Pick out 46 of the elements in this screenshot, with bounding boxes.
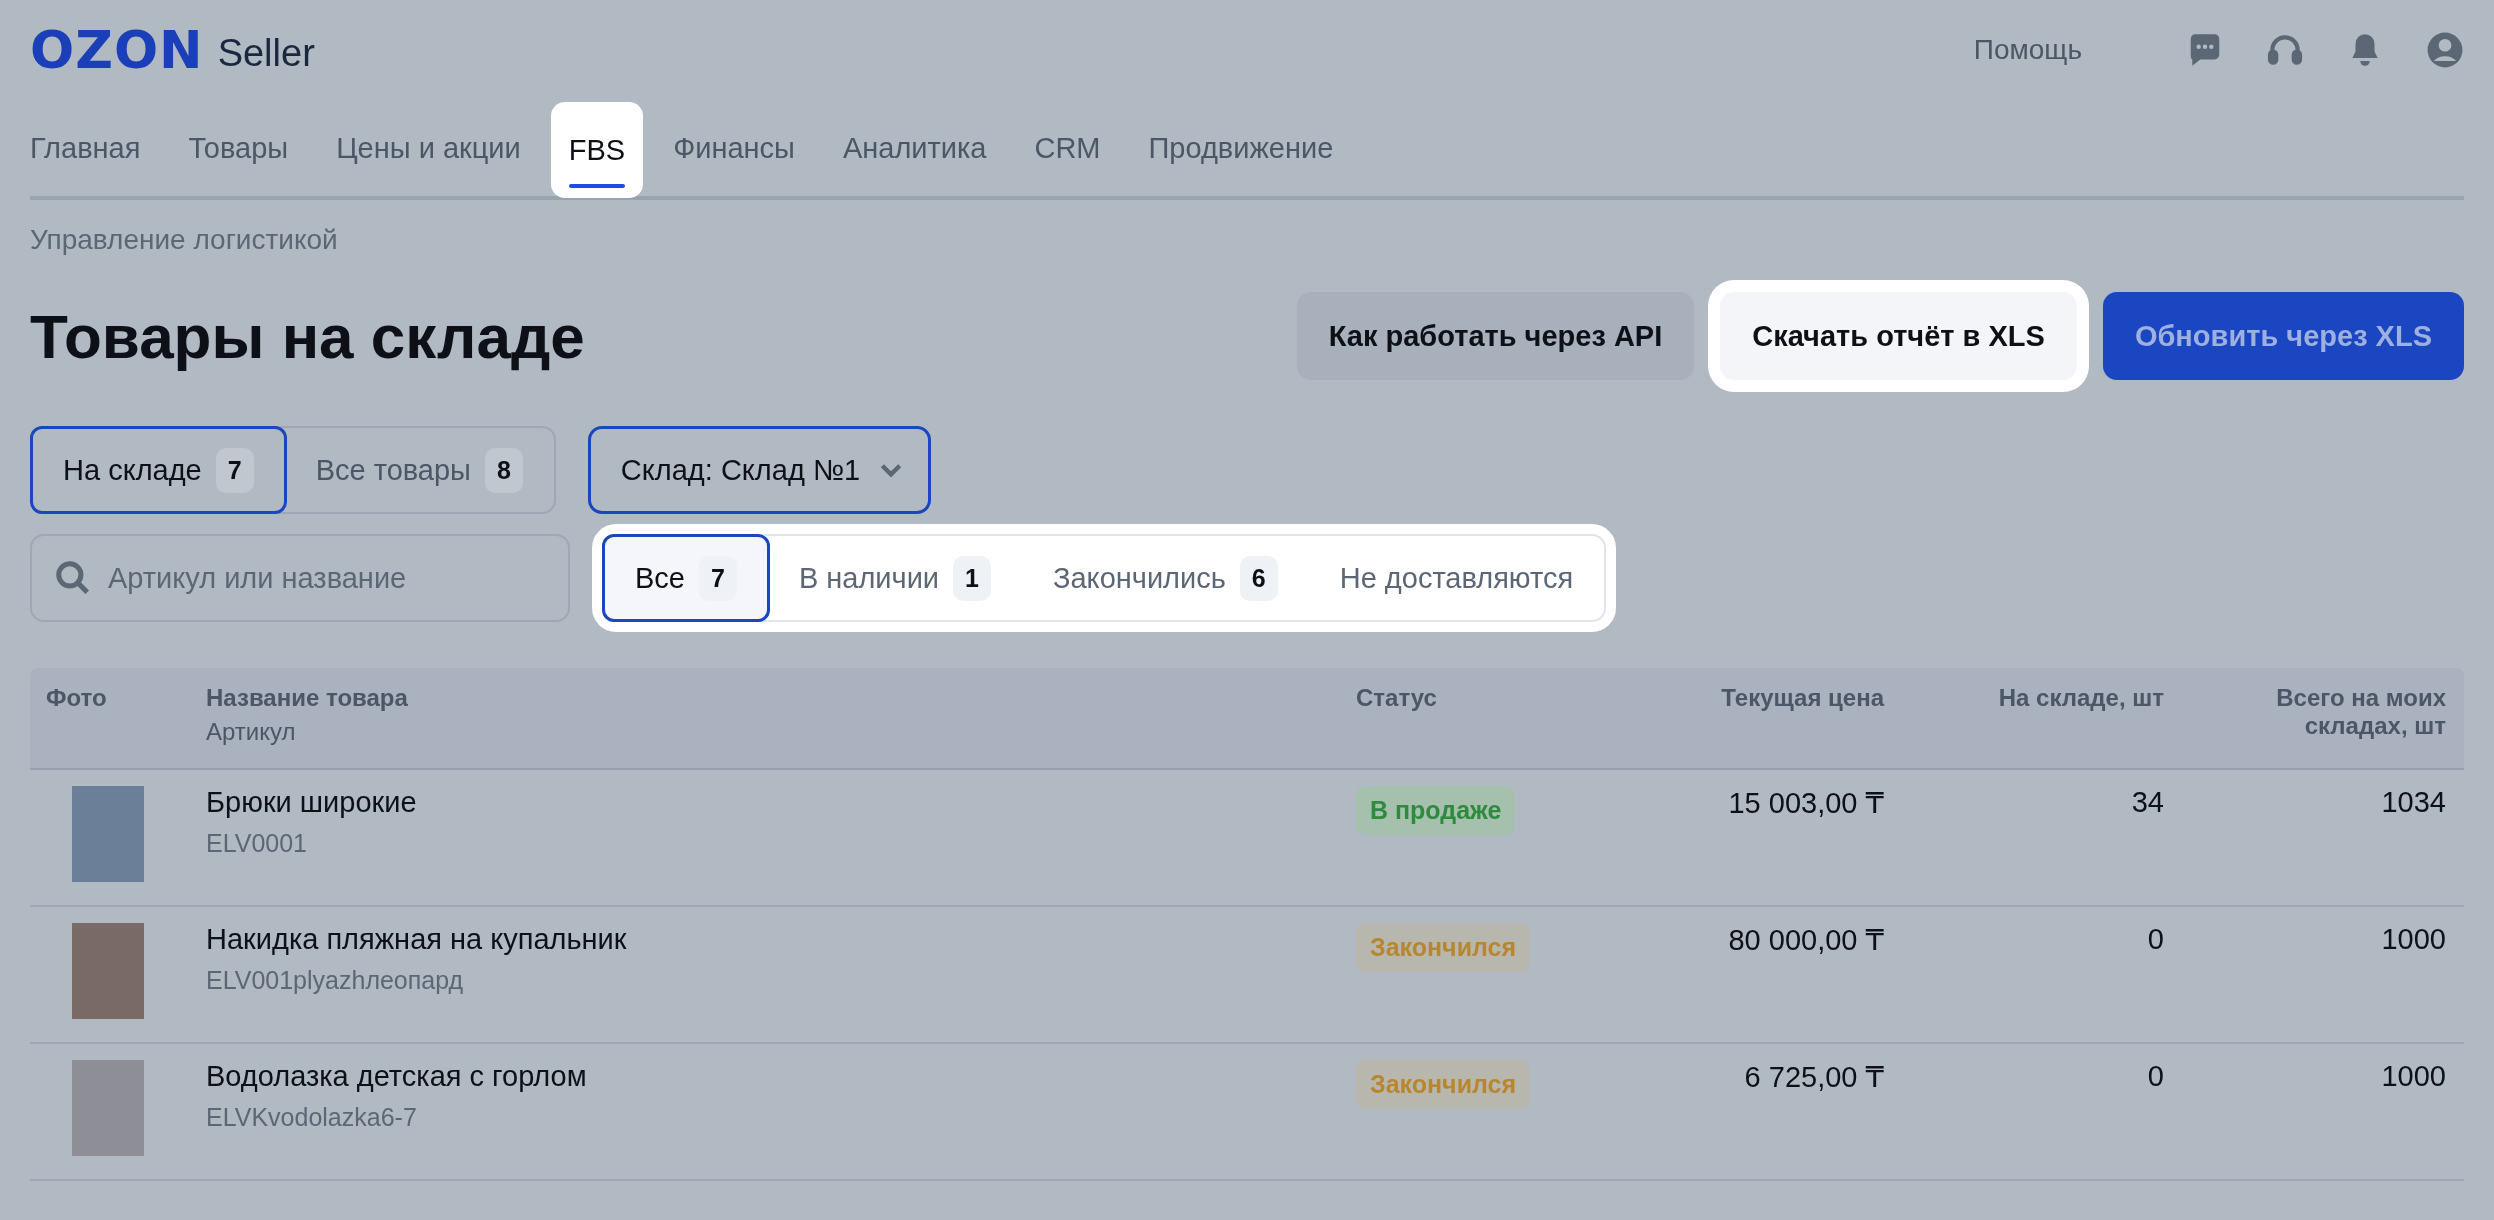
action-button[interactable]: Обновить через XLS xyxy=(2102,292,2464,380)
nav-tab[interactable]: Товары xyxy=(170,100,307,196)
column-header: Фото xyxy=(46,684,107,712)
column-header: На складе, шт xyxy=(1998,684,2164,712)
total-cell-text: 1000 xyxy=(2380,1059,2447,1094)
stock-cell-text: 34 xyxy=(2130,785,2165,820)
search-field[interactable]: Артикул или название xyxy=(30,534,570,622)
search-icon xyxy=(54,559,92,597)
column-header: Всего на моих складах, шт xyxy=(2275,684,2446,740)
total-cell-text: 1034 xyxy=(2380,785,2447,820)
help-link[interactable]: Помощь xyxy=(1973,34,2082,66)
nav-tab[interactable]: Цены и акции xyxy=(318,100,539,196)
status-badge: В продаже xyxy=(1356,786,1516,835)
product-sku: ELV0001 xyxy=(206,829,308,858)
column-header: Название товара xyxy=(206,684,408,712)
nav-tab[interactable]: Продвижение xyxy=(1130,100,1352,196)
action-button[interactable]: Как работать через API xyxy=(1296,292,1695,380)
column-header: Текущая цена xyxy=(1721,684,1884,712)
column-subheader: Артикул xyxy=(206,718,296,746)
nav-tab[interactable]: CRM xyxy=(1016,100,1119,196)
nav-tab[interactable]: Главная xyxy=(30,100,159,196)
view-toggle-option[interactable]: На складе 7 xyxy=(30,426,287,514)
product-name[interactable]: Накидка пляжная на купальник xyxy=(206,923,1324,956)
nav-tab[interactable]: Аналитика xyxy=(824,100,1005,196)
status-filter-tab[interactable]: Все 7 xyxy=(602,534,770,622)
total-cell-text: 1000 xyxy=(2380,922,2447,957)
product-sku: ELV001plyazhлеопард xyxy=(206,966,465,995)
logo-suffix: Seller xyxy=(217,31,315,75)
logo[interactable]: OZON xyxy=(30,20,204,80)
stock-cell-text: 0 xyxy=(2146,922,2165,957)
product-name[interactable]: Водолазка детская с горлом xyxy=(206,1060,1324,1093)
price-cell-text: 80 000,00 ₸ xyxy=(1727,923,1885,958)
nav-tab[interactable]: FBS xyxy=(550,102,644,198)
product-sku: ELVKvodolazka6-7 xyxy=(206,1103,418,1132)
breadcrumb: Управление логистикой xyxy=(30,224,339,256)
profile-icon[interactable] xyxy=(2426,31,2464,69)
product-name[interactable]: Брюки широкие xyxy=(206,786,1324,819)
nav-tab[interactable]: Финансы xyxy=(655,100,813,196)
status-badge: Закончился xyxy=(1356,923,1531,972)
stock-cell-text: 0 xyxy=(2146,1059,2165,1094)
price-cell-text: 15 003,00 ₸ xyxy=(1727,786,1885,821)
page-title: Товары на складе xyxy=(30,300,585,372)
status-badge: Закончился xyxy=(1356,1060,1531,1109)
warehouse-select[interactable]: Склад: Склад №1 xyxy=(587,426,932,514)
column-header: Статус xyxy=(1356,684,1437,712)
price-cell-text: 6 725,00 ₸ xyxy=(1743,1060,1885,1095)
